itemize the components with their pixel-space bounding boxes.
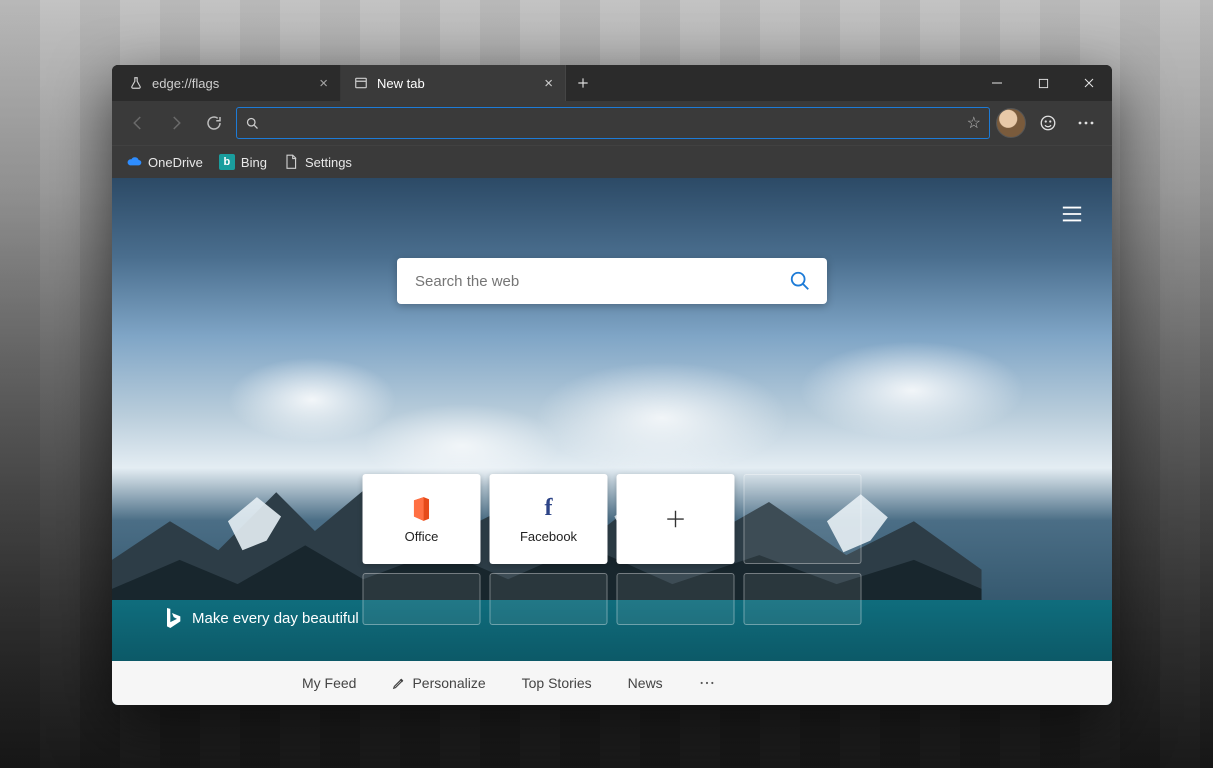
window-controls (974, 65, 1112, 101)
new-tab-button[interactable] (566, 65, 600, 101)
back-button[interactable] (122, 107, 154, 139)
footer-top-stories[interactable]: Top Stories (522, 675, 592, 691)
tile-label: Facebook (520, 529, 577, 544)
bing-tagline[interactable]: Make every day beautiful (162, 606, 359, 630)
footer-news[interactable]: News (628, 675, 663, 691)
office-icon (408, 495, 436, 523)
navigation-toolbar: ☆ (112, 101, 1112, 145)
web-search-input[interactable] (413, 272, 789, 291)
tab-label: New tab (377, 76, 425, 91)
favorite-settings[interactable]: Settings (283, 154, 352, 170)
pencil-icon (392, 676, 406, 690)
bing-tagline-text: Make every day beautiful (192, 610, 359, 627)
tab-edge-flags[interactable]: edge://flags × (116, 65, 341, 101)
tile-office[interactable]: Office (363, 474, 481, 564)
tile-empty[interactable] (617, 573, 735, 625)
footer-more-icon[interactable] (699, 681, 715, 685)
tile-add[interactable] (617, 474, 735, 564)
favorite-bing[interactable]: b Bing (219, 154, 267, 170)
favorites-bar: OneDrive b Bing Settings (112, 145, 1112, 178)
desktop-wallpaper: edge://flags × New tab × (0, 0, 1213, 768)
title-bar: edge://flags × New tab × (112, 65, 1112, 101)
footer-personalize[interactable]: Personalize (392, 675, 485, 691)
close-tab-icon[interactable]: × (319, 76, 328, 91)
address-bar[interactable]: ☆ (236, 107, 990, 139)
web-search-box[interactable] (397, 258, 827, 304)
bing-icon: b (219, 154, 235, 170)
footer-my-feed[interactable]: My Feed (302, 675, 356, 691)
favorite-label: Bing (241, 155, 267, 170)
tile-empty[interactable] (744, 474, 862, 564)
address-input[interactable] (268, 114, 959, 132)
close-window-button[interactable] (1066, 65, 1112, 101)
favorite-label: Settings (305, 155, 352, 170)
profile-avatar[interactable] (996, 108, 1026, 138)
flask-icon (128, 75, 144, 91)
tab-label: edge://flags (152, 76, 219, 91)
bing-logo-icon (162, 606, 182, 630)
favorite-label: OneDrive (148, 155, 203, 170)
plus-icon (662, 505, 690, 533)
tile-facebook[interactable]: f Facebook (490, 474, 608, 564)
tile-empty[interactable] (363, 573, 481, 625)
feedback-smiley-icon[interactable] (1032, 107, 1064, 139)
forward-button[interactable] (160, 107, 192, 139)
newtab-page-icon (353, 75, 369, 91)
browser-window: edge://flags × New tab × (112, 65, 1112, 705)
feed-footer: My Feed Personalize Top Stories News (112, 661, 1112, 705)
page-icon (283, 154, 299, 170)
tab-new-tab[interactable]: New tab × (341, 65, 566, 101)
tile-label: Office (405, 529, 439, 544)
search-icon (245, 116, 260, 131)
page-menu-icon[interactable] (1058, 200, 1086, 228)
minimize-button[interactable] (974, 65, 1020, 101)
settings-more-icon[interactable] (1070, 107, 1102, 139)
favorite-onedrive[interactable]: OneDrive (126, 154, 203, 170)
facebook-icon: f (535, 495, 563, 523)
onedrive-icon (126, 154, 142, 170)
new-tab-page: Office f Facebook Make every day beautif… (112, 178, 1112, 705)
tab-strip: edge://flags × New tab × (112, 65, 974, 101)
search-icon[interactable] (789, 270, 811, 292)
tile-empty[interactable] (490, 573, 608, 625)
refresh-button[interactable] (198, 107, 230, 139)
quick-links-grid: Office f Facebook (363, 474, 862, 625)
favorite-star-icon[interactable]: ☆ (967, 113, 981, 133)
maximize-button[interactable] (1020, 65, 1066, 101)
close-tab-icon[interactable]: × (544, 76, 553, 91)
tile-empty[interactable] (744, 573, 862, 625)
